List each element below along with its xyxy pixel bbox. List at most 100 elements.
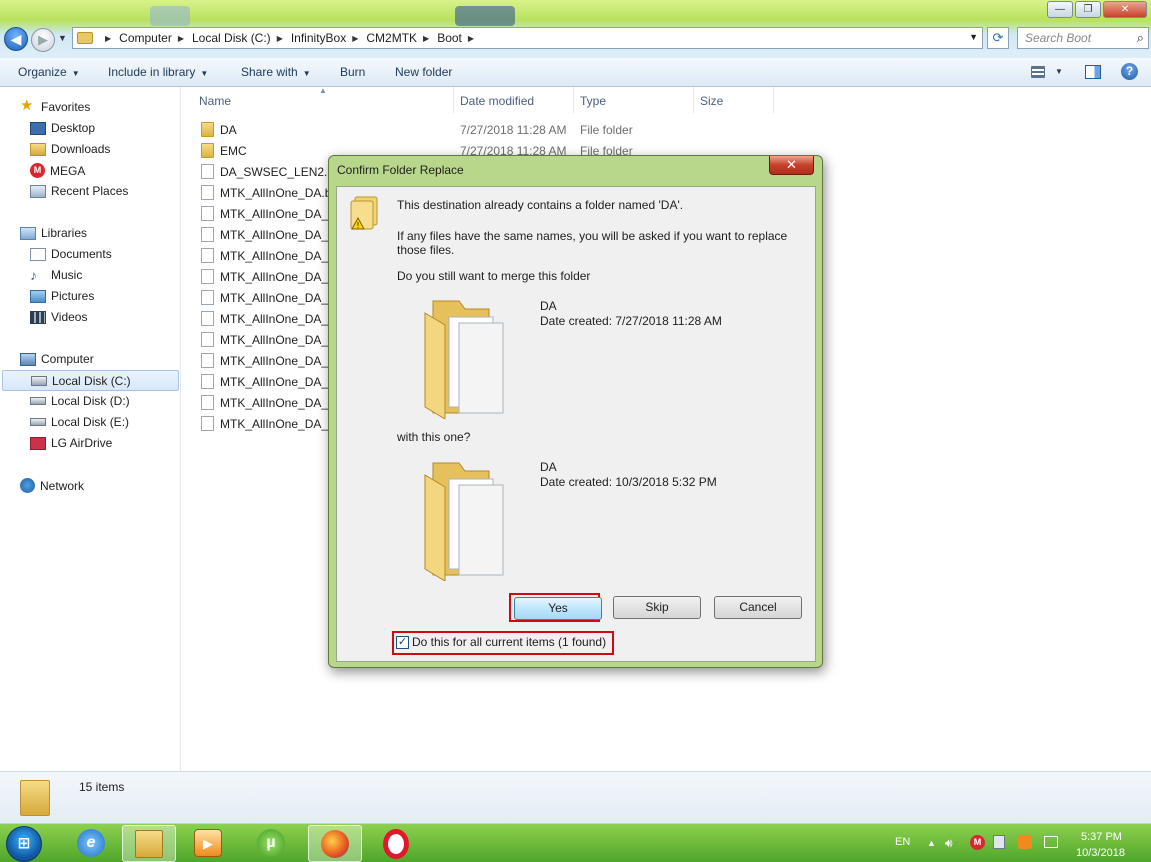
breadcrumb-separator[interactable]: ▶ (99, 34, 119, 43)
column-header-name[interactable]: Name (199, 94, 231, 108)
app-tray-icon[interactable] (1018, 835, 1032, 849)
taskbar-internet-explorer[interactable]: e (65, 825, 119, 862)
column-divider[interactable] (773, 87, 774, 113)
breadcrumb-cm2mtk[interactable]: CM2MTK ▶ (366, 31, 437, 45)
column-divider[interactable] (453, 87, 454, 113)
close-window-button[interactable]: ✕ (1103, 1, 1147, 18)
new-folder-icon[interactable] (419, 457, 511, 581)
address-history-dropdown[interactable]: ▼ (969, 32, 978, 42)
taskbar-windows-explorer[interactable] (122, 825, 176, 862)
pictures-icon (30, 289, 46, 303)
nav-local-disk-c[interactable]: Local Disk (C:) (2, 370, 179, 391)
recent-pages-dropdown[interactable]: ▼ (58, 33, 67, 43)
breadcrumb-local-disk-c[interactable]: Local Disk (C:) ▶ (192, 31, 291, 45)
breadcrumb-computer[interactable]: Computer ▶ (119, 31, 192, 45)
nav-videos[interactable]: Videos (30, 310, 87, 324)
hard-drive-icon (30, 418, 46, 426)
action-center-flag-icon[interactable] (993, 835, 1005, 849)
volume-icon[interactable]: 🔊︎ (945, 836, 953, 851)
network-tray-icon[interactable] (1044, 836, 1058, 848)
nav-favorites[interactable]: ★ Favorites (20, 98, 90, 115)
organize-menu[interactable]: Organize ▼ (18, 65, 80, 79)
taskbar-utorrent[interactable]: µ (245, 825, 299, 862)
existing-folder-date[interactable]: Date created: 7/27/2018 11:28 AM (540, 314, 722, 328)
file-row-name[interactable]: MTK_AllInOne_DA_S (220, 312, 330, 326)
yes-button[interactable]: Yes (514, 597, 602, 620)
file-row-name[interactable]: MTK_AllInOne_DA_S (220, 417, 330, 431)
language-indicator[interactable]: EN (895, 836, 910, 848)
nav-local-disk-d[interactable]: Local Disk (D:) (30, 394, 130, 408)
nav-pictures[interactable]: Pictures (30, 289, 94, 303)
back-button[interactable]: ◀ (4, 27, 28, 51)
file-row-name[interactable]: MTK_AllInOne_DA_S (220, 291, 330, 305)
nav-network[interactable]: Network (20, 478, 84, 493)
clock-time[interactable]: 5:37 PM (1081, 831, 1122, 843)
apply-to-all-checkbox[interactable]: ✓ (396, 636, 409, 649)
nav-mega[interactable]: M MEGA (30, 163, 85, 178)
start-button[interactable]: ⊞ (6, 826, 42, 862)
file-row-name[interactable]: MTK_AllInOne_DA_P (220, 207, 330, 221)
breadcrumb-infinitybox[interactable]: InfinityBox ▶ (291, 31, 367, 45)
file-row-name[interactable]: DA (220, 123, 330, 137)
nav-lg-airdrive[interactable]: LG AirDrive (30, 436, 112, 450)
include-in-library-menu[interactable]: Include in library ▼ (108, 65, 208, 79)
taskbar-media-player[interactable]: ▶ (182, 825, 236, 862)
refresh-button[interactable]: ⟳ (987, 27, 1009, 49)
file-row-name[interactable]: MTK_AllInOne_DA_S (220, 333, 330, 347)
dialog-close-button[interactable]: ✕ (769, 156, 814, 175)
address-bar[interactable]: ▶ Computer ▶ Local Disk (C:) ▶ InfinityBox… (72, 27, 983, 49)
new-folder-button[interactable]: New folder (395, 65, 452, 79)
new-folder-name[interactable]: DA (540, 460, 557, 474)
file-row-name[interactable]: MTK_AllInOne_DA.bin (220, 186, 330, 200)
maximize-button[interactable]: ❐ (1075, 1, 1101, 18)
file-row-name[interactable]: DA_SWSEC_LEN2.bin (220, 165, 330, 179)
taskbar-firefox[interactable] (308, 825, 362, 862)
mega-tray-icon[interactable]: M (970, 835, 985, 850)
share-with-menu[interactable]: Share with ▼ (241, 65, 311, 79)
file-icon (201, 416, 214, 431)
file-row-name[interactable]: MTK_AllInOne_DA_S (220, 375, 330, 389)
column-divider[interactable] (693, 87, 694, 113)
breadcrumb-boot[interactable]: Boot ▶ (437, 31, 482, 45)
file-row-name[interactable]: MTK_AllInOne_DA_S (220, 249, 330, 263)
nav-recent-places[interactable]: Recent Places (30, 184, 128, 198)
change-view-icon[interactable] (1031, 66, 1045, 78)
chevron-down-icon: ▼ (969, 32, 978, 42)
recent-places-icon (30, 184, 46, 198)
column-header-type[interactable]: Type (580, 94, 606, 108)
preview-pane-icon[interactable] (1085, 65, 1101, 79)
chevron-down-icon[interactable]: ▼ (1055, 67, 1063, 76)
clock-date[interactable]: 10/3/2018 (1076, 847, 1125, 859)
apply-to-all-label[interactable]: Do this for all current items (1 found) (412, 635, 606, 649)
nav-music[interactable]: ♪ Music (30, 268, 82, 283)
minimize-button[interactable]: — (1047, 1, 1073, 18)
file-row-name[interactable]: MTK_AllInOne_DA_S (220, 354, 330, 368)
chevron-right-icon: ▶ (105, 33, 112, 43)
file-row-name[interactable]: MTK_AllInOne_DA_S (220, 396, 330, 410)
nav-downloads[interactable]: Downloads (30, 142, 110, 156)
nav-libraries[interactable]: Libraries (20, 226, 87, 240)
help-icon[interactable]: ? (1121, 63, 1138, 80)
nav-documents[interactable]: Documents (30, 247, 112, 261)
file-row-name[interactable]: EMC (220, 144, 330, 158)
existing-folder-name[interactable]: DA (540, 299, 557, 313)
cancel-button[interactable]: Cancel (714, 596, 802, 619)
firefox-icon (321, 830, 349, 858)
burn-button[interactable]: Burn (340, 65, 365, 79)
chevron-down-icon: ▼ (58, 33, 67, 43)
show-hidden-icons-icon[interactable]: ▲ (927, 838, 936, 848)
new-folder-date[interactable]: Date created: 10/3/2018 5:32 PM (540, 475, 717, 489)
search-input[interactable]: Search Boot ⌕ (1017, 27, 1149, 49)
column-header-date-modified[interactable]: Date modified (460, 94, 534, 108)
taskbar-opera[interactable] (371, 825, 425, 862)
forward-button[interactable]: ▶ (31, 28, 55, 52)
nav-desktop[interactable]: Desktop (30, 121, 95, 135)
column-header-size[interactable]: Size (700, 94, 723, 108)
nav-computer[interactable]: Computer (20, 352, 94, 366)
file-row-name[interactable]: MTK_AllInOne_DA_S (220, 270, 330, 284)
nav-local-disk-e[interactable]: Local Disk (E:) (30, 415, 129, 429)
file-row-name[interactable]: MTK_AllInOne_DA_S (220, 228, 330, 242)
skip-button[interactable]: Skip (613, 596, 701, 619)
existing-folder-icon[interactable] (419, 295, 511, 419)
column-divider[interactable] (573, 87, 574, 113)
